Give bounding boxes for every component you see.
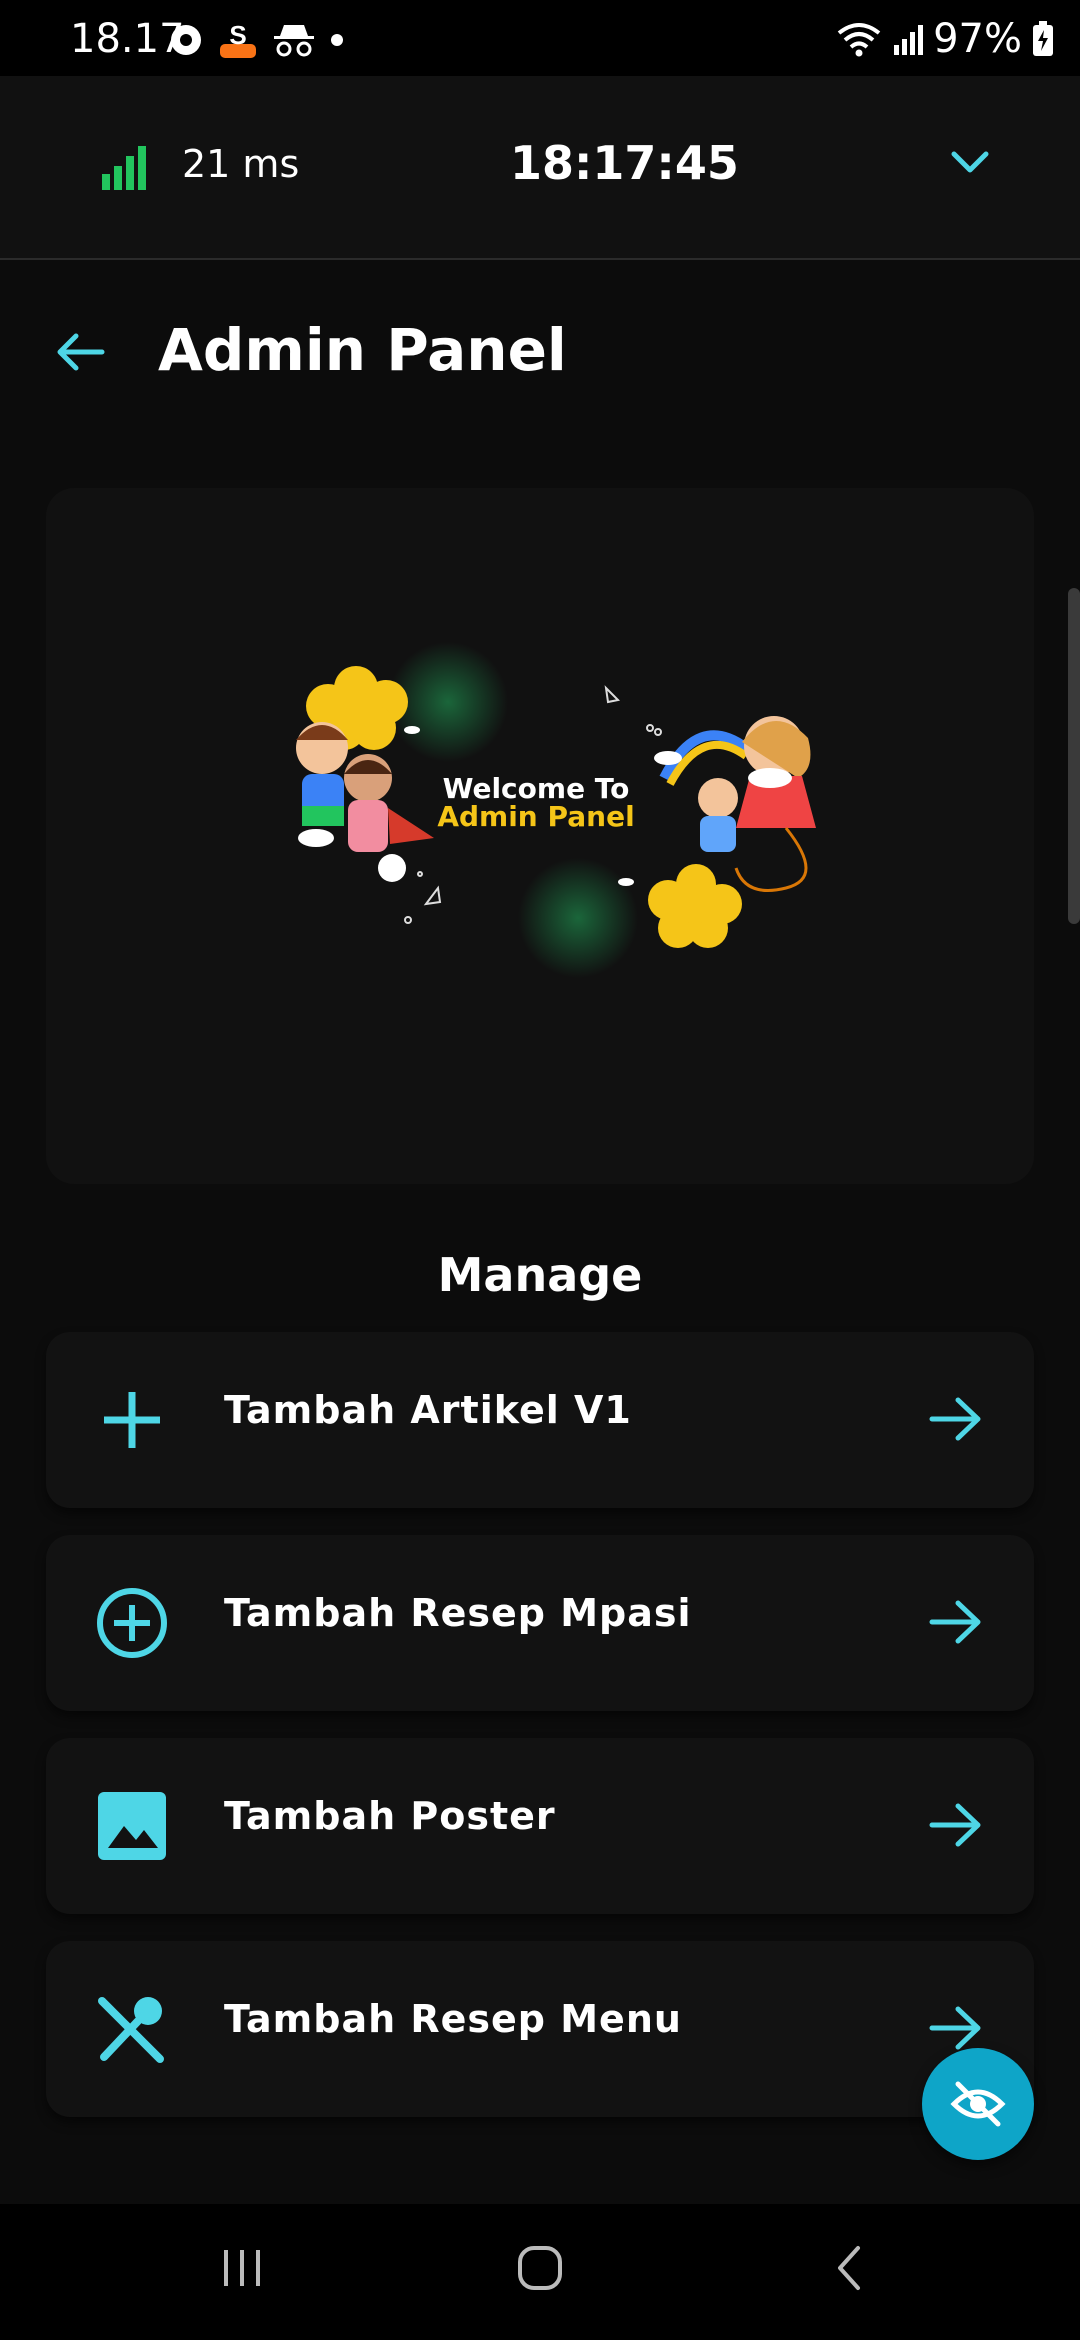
back-arrow-icon[interactable] (52, 328, 108, 376)
utensils-icon (98, 1997, 164, 2063)
plus-circle-icon (97, 1588, 167, 1658)
image-icon (98, 1792, 166, 1860)
dot-icon (331, 34, 343, 46)
flower-decoration-bottom (648, 864, 742, 948)
menu-item-label: Tambah Artikel V1 (224, 1388, 632, 1432)
incognito-icon (274, 25, 314, 57)
hide-overlay-fab[interactable] (922, 2048, 1034, 2160)
chevron-down-icon[interactable] (948, 146, 992, 178)
recent-apps-icon[interactable] (218, 2244, 266, 2292)
status-system-icons: 97% (835, 16, 1054, 62)
battery-charging-icon (1033, 21, 1053, 56)
latency-text: 21 ms (182, 142, 300, 186)
signal-icon (894, 25, 924, 55)
scrollbar-thumb[interactable] (1068, 588, 1080, 924)
menu-item-label: Tambah Resep Menu (224, 1997, 682, 2041)
svg-text:S: S (229, 20, 246, 50)
kids-right-illustration (654, 716, 816, 892)
arrow-right-icon (929, 2006, 981, 2050)
menu-item-tambah-poster[interactable]: Tambah Poster (46, 1738, 1034, 1914)
s-app-icon: S (220, 20, 256, 58)
system-navigation-bar (0, 2204, 1080, 2340)
arrow-right-icon (929, 1803, 981, 1847)
menu-item-tambah-resep-menu[interactable]: Tambah Resep Menu (46, 1941, 1034, 2117)
status-notification-icons: S (168, 20, 344, 60)
arrow-right-icon (929, 1600, 981, 1644)
arrow-right-icon (929, 1397, 981, 1441)
app-bar: Admin Panel (0, 260, 1080, 440)
eye-off-icon (950, 2081, 1006, 2127)
battery-percentage: 97% (933, 16, 1022, 62)
banner-illustration: Welcome To Admin Panel (296, 642, 816, 978)
network-signal-icon (102, 146, 146, 190)
menu-item-label: Tambah Resep Mpasi (224, 1591, 692, 1635)
menu-item-tambah-artikel[interactable]: Tambah Artikel V1 (46, 1332, 1034, 1508)
page-title: Admin Panel (158, 316, 567, 384)
back-nav-icon[interactable] (826, 2244, 874, 2292)
banner-text-line2: Admin Panel (437, 800, 634, 833)
section-title: Manage (437, 1248, 643, 1302)
welcome-banner: Welcome To Admin Panel (46, 488, 1034, 1184)
menu-item-tambah-resep-mpasi[interactable]: Tambah Resep Mpasi (46, 1535, 1034, 1711)
menu-item-label: Tambah Poster (224, 1794, 556, 1838)
clock-text: 18:17:45 (510, 136, 739, 190)
wifi-icon (837, 23, 881, 57)
status-bar: 18.17 S 97% (0, 0, 1080, 76)
home-icon[interactable] (516, 2244, 564, 2292)
performance-bar: 21 ms 18:17:45 (0, 76, 1080, 260)
plus-icon (104, 1392, 160, 1448)
location-icon (171, 25, 201, 55)
